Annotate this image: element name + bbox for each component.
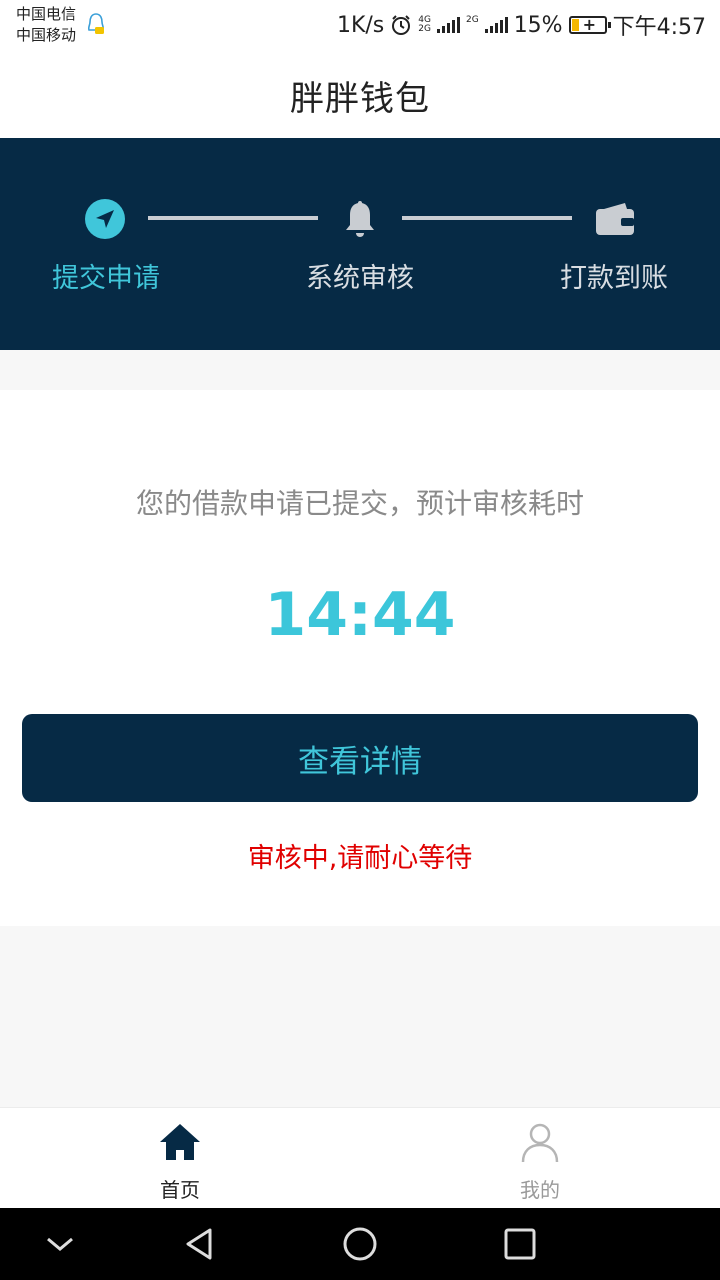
network-type-b: 2G: [465, 15, 479, 25]
clock: 下午4:57: [612, 15, 706, 40]
step-label-submit: 提交申请: [52, 263, 160, 294]
net-speed: 1K/s: [336, 12, 385, 38]
progress-steps: [0, 138, 720, 350]
page-title: 胖胖钱包: [290, 78, 430, 119]
carrier-labels: 中国电信 中国移动: [16, 4, 76, 46]
carrier-2: 中国移动: [16, 26, 77, 44]
send-icon: [85, 199, 125, 239]
home-icon: [160, 1124, 200, 1160]
network-type-a: 4G 2G: [418, 15, 431, 34]
title-bar: 胖胖钱包: [0, 52, 720, 138]
step-connector-2: [402, 216, 572, 220]
step-label-payout: 打款到账: [560, 263, 668, 294]
alarm-icon: [392, 15, 411, 35]
step-connector-1: [148, 216, 318, 220]
tab-mine[interactable]: 我的: [360, 1108, 720, 1209]
bottom-tab-bar: 首页 我的: [0, 1107, 720, 1208]
qq-icon: [87, 13, 105, 34]
recents-icon[interactable]: [500, 1224, 540, 1264]
chevron-down-icon[interactable]: [40, 1224, 80, 1264]
submission-message: 您的借款申请已提交，预计审核耗时: [135, 487, 584, 520]
tab-home[interactable]: 首页: [0, 1108, 360, 1209]
battery-icon: +: [568, 15, 611, 34]
signal-icon-2: [484, 17, 508, 33]
home-circle-icon[interactable]: [340, 1224, 380, 1264]
wallet-icon: [596, 203, 634, 235]
battery-percent: 15%: [513, 12, 563, 38]
carrier-1: 中国电信: [16, 5, 77, 23]
countdown-timer: 14:44: [264, 580, 456, 650]
status-bar: 中国电信 中国移动 1K/s 4G 2G 2G 15% + 下午4:57: [0, 0, 720, 52]
tab-home-label: 首页: [160, 1178, 200, 1202]
signal-icon: [436, 17, 460, 33]
tab-mine-label: 我的: [520, 1178, 560, 1202]
view-details-button[interactable]: 查看详情: [22, 714, 698, 802]
system-nav-bar: [0, 1208, 720, 1280]
step-label-review: 系统审核: [306, 263, 414, 294]
bell-icon: [346, 201, 374, 237]
review-status-text: 审核中,请耐心等待: [247, 843, 473, 874]
back-icon[interactable]: [180, 1224, 220, 1264]
user-icon: [521, 1123, 559, 1163]
status-indicators: 1K/s 4G 2G 2G 15% + 下午4:57: [336, 10, 706, 41]
